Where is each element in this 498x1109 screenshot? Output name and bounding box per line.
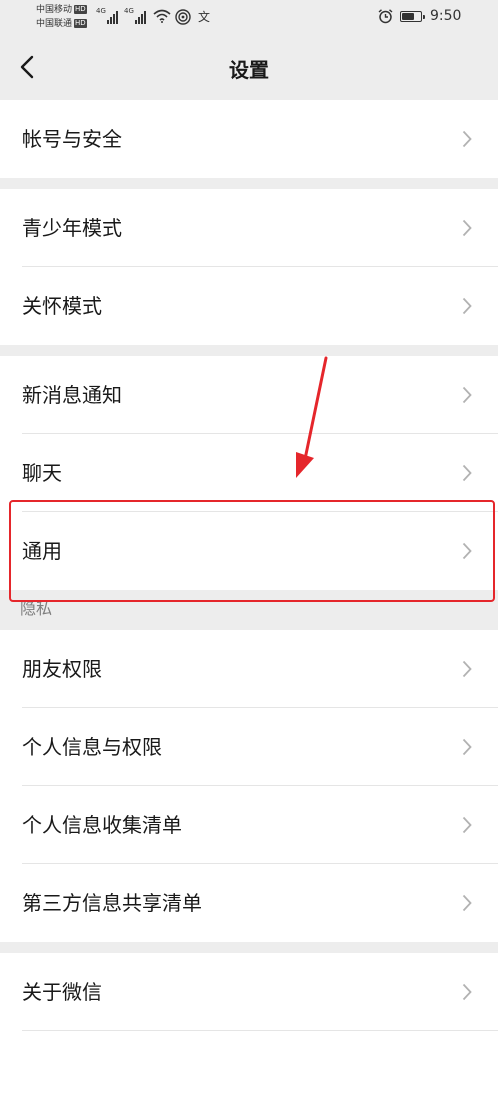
settings-item-label: 第三方信息共享清单 <box>22 891 202 915</box>
hd-badge: HD <box>74 5 87 14</box>
chevron-right-icon <box>462 219 472 237</box>
settings-item-label: 通用 <box>22 539 62 563</box>
signal-icon: 4G <box>124 8 146 24</box>
status-bar: 中国移动 HD 中国联通 HD 4G 4G 文 9:50 <box>0 0 498 34</box>
battery-fill <box>402 13 414 20</box>
settings-item-label: 关于微信 <box>22 980 102 1004</box>
settings-item-label: 帐号与安全 <box>22 127 122 151</box>
settings-item-chat[interactable]: 聊天 <box>0 434 498 512</box>
wifi-icon <box>153 9 171 23</box>
carrier-2: 中国联通 HD <box>36 19 87 29</box>
signal-icon: 4G <box>96 8 118 24</box>
carrier-1: 中国移动 HD <box>36 5 87 15</box>
hd-badge: HD <box>74 19 87 28</box>
nav-bar: 设置 <box>0 34 498 100</box>
chevron-right-icon <box>462 738 472 756</box>
chevron-right-icon <box>462 816 472 834</box>
settings-list: 帐号与安全 青少年模式 关怀模式 新消息通知 聊天 通用 隐私 朋友权限 个人信… <box>0 100 498 1109</box>
settings-item-info-collection-list[interactable]: 个人信息收集清单 <box>0 786 498 864</box>
settings-item-third-party-sharing-list[interactable]: 第三方信息共享清单 <box>0 864 498 942</box>
settings-item-general[interactable]: 通用 <box>0 512 498 590</box>
group-divider <box>0 942 498 953</box>
section-label-privacy: 隐私 <box>0 590 498 630</box>
network-type-1: 4G <box>96 7 106 15</box>
network-type-2: 4G <box>124 7 134 15</box>
settings-item-label: 朋友权限 <box>22 657 102 681</box>
carrier-2-name: 中国联通 <box>36 19 73 29</box>
chevron-right-icon <box>462 983 472 1001</box>
chevron-right-icon <box>462 386 472 404</box>
chevron-right-icon <box>462 464 472 482</box>
settings-item-cutoff[interactable] <box>0 1031 498 1109</box>
settings-item-label: 关怀模式 <box>22 294 102 318</box>
settings-item-label: 青少年模式 <box>22 216 122 240</box>
settings-item-label: 个人信息收集清单 <box>22 813 182 837</box>
settings-item-label: 聊天 <box>22 461 62 485</box>
signal-group: 4G 4G <box>96 8 146 24</box>
translate-icon: 文 <box>198 10 211 24</box>
page-title: 设置 <box>229 58 269 82</box>
settings-item-notifications[interactable]: 新消息通知 <box>0 356 498 434</box>
group-divider <box>0 178 498 189</box>
settings-item-account-security[interactable]: 帐号与安全 <box>0 100 498 178</box>
chevron-right-icon <box>462 660 472 678</box>
settings-item-label: 个人信息与权限 <box>22 735 162 759</box>
settings-item-label: 新消息通知 <box>22 383 122 407</box>
settings-item-teen-mode[interactable]: 青少年模式 <box>0 189 498 267</box>
group-divider <box>0 345 498 356</box>
settings-item-friend-permissions[interactable]: 朋友权限 <box>0 630 498 708</box>
settings-item-care-mode[interactable]: 关怀模式 <box>0 267 498 345</box>
hotspot-icon <box>175 9 191 25</box>
settings-item-personal-info-permissions[interactable]: 个人信息与权限 <box>0 708 498 786</box>
clock: 9:50 <box>430 8 462 24</box>
chevron-right-icon <box>462 130 472 148</box>
settings-item-about-wechat[interactable]: 关于微信 <box>0 953 498 1031</box>
chevron-right-icon <box>462 894 472 912</box>
battery-icon <box>400 11 425 22</box>
carrier-1-name: 中国移动 <box>36 5 73 15</box>
alarm-icon <box>378 9 393 24</box>
chevron-right-icon <box>462 297 472 315</box>
chevron-right-icon <box>462 542 472 560</box>
